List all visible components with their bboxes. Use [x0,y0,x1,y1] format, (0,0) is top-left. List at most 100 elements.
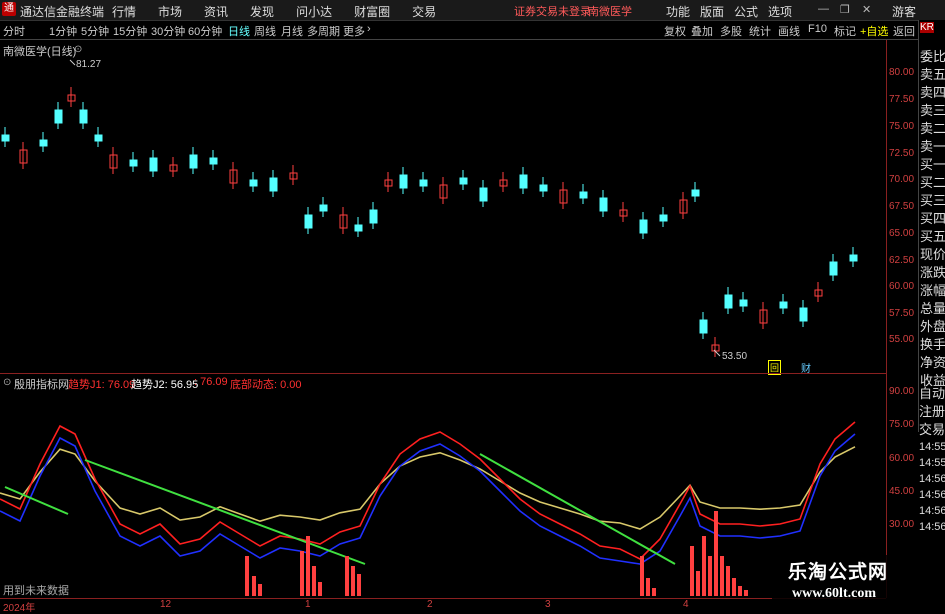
trade-button[interactable]: 交易 [919,419,945,438]
period-tab[interactable]: 1分钟 [49,23,77,39]
period-tab[interactable]: 月线 [281,23,303,39]
candle-body [209,157,218,165]
price-tick: 75.00 [889,121,915,132]
period-tab[interactable]: 60分钟 [188,23,222,39]
signal-line [0,446,856,530]
volume-bar [351,566,355,596]
tick-time: 14:56 [919,489,945,501]
quote-label: 外盘 [920,319,945,334]
watermark-url: www.60lt.com [792,586,876,601]
chevron-right-icon[interactable]: › [367,23,371,35]
tick-time: 14:55 [919,441,945,453]
volume-bar [738,586,742,596]
candle-body [419,179,428,187]
app-title: 通达信金融终端 [20,5,105,19]
indicator-panel[interactable]: ⊙ 殷朋指标网 趋势J1: 76.09 趋势J2: 56.95 : 76.09 … [0,373,886,599]
volume-bar [714,511,718,596]
volume-bar [690,546,694,596]
candle-body [779,301,788,309]
menu-item[interactable]: 交易 [412,3,436,20]
period-tab[interactable]: 多周期 [307,23,340,39]
date-tick: 2024年 [3,603,36,614]
menu-item[interactable]: 发现 [250,3,274,20]
quote-label: 总量 [920,301,945,316]
tool-button[interactable]: 复权 [664,23,686,39]
menu-item[interactable]: 市场 [158,3,182,20]
candle-body [149,157,158,172]
menu-item[interactable]: 公式 [734,3,758,20]
volume-bar [708,556,712,596]
tool-button[interactable]: 标记 [834,23,856,39]
candle-body [319,204,328,212]
quote-label: 卖一 [920,139,945,154]
volume-bar [696,571,700,596]
candle-body [691,189,700,197]
tool-button[interactable]: 画线 [778,23,800,39]
menu-item[interactable]: 行情 [112,3,136,20]
candle-body [249,179,258,187]
j1-line [0,421,856,560]
menu-item[interactable]: 版面 [700,3,724,20]
candle-body [739,299,748,307]
menu-item[interactable]: 财富圈 [354,3,390,20]
date-tick: 12 [160,599,172,610]
price-tick: 65.00 [889,228,915,239]
register-button[interactable]: 注册 [919,401,945,420]
tick-time: 14:56 [919,521,945,533]
quote-label: 涨幅 [920,283,945,298]
tool-button[interactable]: F10 [808,23,827,35]
quote-label: 卖二 [920,121,945,136]
back-button[interactable]: 返回 [893,23,915,39]
y-axis: 80.00 77.50 75.00 72.50 70.00 67.50 65.0… [886,40,919,598]
period-tab[interactable]: 15分钟 [113,23,147,39]
x-axis: 2024年 12 1 2 3 4 [0,598,886,614]
login-warning[interactable]: 证券交易未登录 [514,3,591,19]
price-panel[interactable]: 南微医学(日线) ⊙ 81.27 53.50 回 财 [0,40,886,375]
date-tick: 4 [683,599,689,610]
add-watchlist-button[interactable]: +自选 [860,23,888,39]
close-icon[interactable]: ✕ [862,3,871,16]
tick-time: 14:56 [919,473,945,485]
menu-item[interactable]: 资讯 [204,3,228,20]
candle-body [369,209,378,224]
candle-body [724,294,733,309]
quote-label: 净资 [920,355,945,370]
period-tab[interactable]: 分时 [3,23,25,39]
minimize-icon[interactable]: — [818,3,829,15]
period-bar: 分时 1分钟 5分钟 15分钟 30分钟 60分钟 日线 周线 月线 多周期 更… [0,21,945,40]
period-tab[interactable]: 5分钟 [81,23,109,39]
volume-bar [318,582,322,596]
indicator-tick: 75.00 [889,419,915,430]
quote-label: 换手 [920,337,945,352]
period-tab[interactable]: 周线 [254,23,276,39]
j2-line [0,433,856,565]
auto-button[interactable]: 自动 [919,383,945,402]
maximize-icon[interactable]: ❐ [840,3,850,16]
candle-body [799,307,808,322]
quote-label: 现价 [920,247,945,262]
tool-button[interactable]: 统计 [749,23,771,39]
candlestick-chart [1,59,858,357]
period-tab[interactable]: 30分钟 [151,23,185,39]
period-tab[interactable]: 更多 [343,23,365,39]
tick-time: 14:56 [919,505,945,517]
quote-label: 买四 [920,211,945,226]
tool-button[interactable]: 多股 [720,23,742,39]
app-logo-icon: 通 [2,2,16,16]
candle-body [269,177,278,192]
trend-line [479,453,676,565]
candle-body [659,214,668,222]
candle-body [79,109,88,124]
period-tab-active[interactable]: 日线 [228,23,250,39]
candle-body [459,177,468,185]
guest-label[interactable]: 游客 [892,3,916,20]
volume-bar [306,536,310,596]
menu-item[interactable]: 功能 [666,3,690,20]
indicator-tick: 30.00 [889,519,915,530]
quote-label: KR [920,22,934,33]
tool-button[interactable]: 叠加 [691,23,713,39]
menu-item[interactable]: 选项 [768,3,792,20]
indicator-chart [0,421,856,596]
menu-item[interactable]: 问小达 [296,3,332,20]
volume-bar [357,574,361,596]
